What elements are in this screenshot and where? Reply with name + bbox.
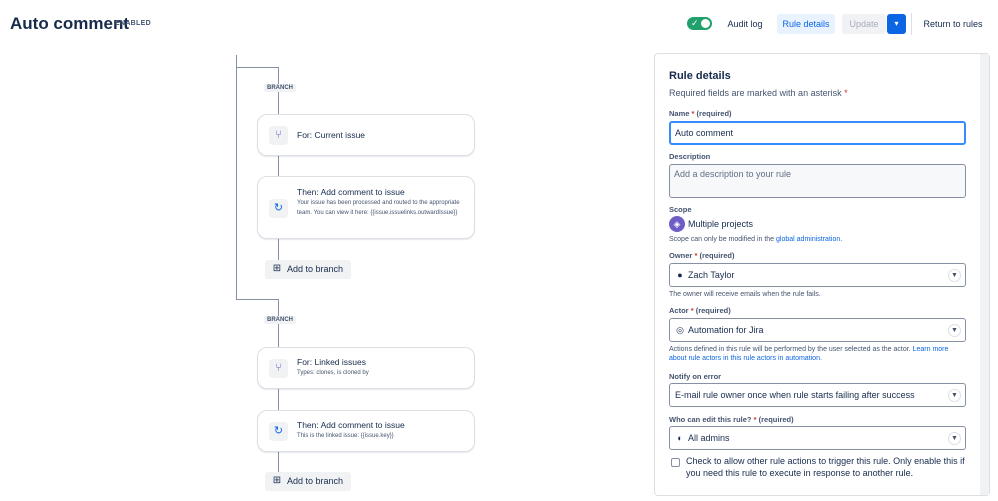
add-to-branch-button[interactable]: ⊞ Add to branch — [265, 260, 351, 279]
connector-line — [236, 55, 237, 300]
button-label: Add to branch — [287, 476, 344, 486]
refresh-icon: ↻ — [269, 199, 288, 218]
chevron-down-icon[interactable]: ▼ — [948, 269, 961, 282]
label-text: Actor — [669, 306, 689, 315]
required-text: (required) — [699, 251, 735, 260]
actor-select[interactable]: ◎ Automation for Jira ▼ — [669, 318, 966, 342]
divider — [911, 13, 912, 35]
owner-select[interactable]: ● Zach Taylor ▼ — [669, 263, 966, 287]
panel-scrollbar[interactable] — [980, 54, 989, 495]
branch-tag: BRANCH — [264, 316, 296, 324]
owner-label: Owner * (required) — [669, 251, 734, 260]
card-title: For: Current issue — [297, 130, 366, 140]
connector-line — [278, 452, 279, 473]
chevron-down-icon[interactable]: ▾ — [887, 14, 906, 34]
name-field[interactable]: Auto comment — [669, 121, 966, 145]
required-note-text: Required fields are marked with an aster… — [669, 88, 842, 98]
notify-select[interactable]: E-mail rule owner once when rule starts … — [669, 383, 966, 407]
add-to-branch-button[interactable]: ⊞ Add to branch — [265, 472, 351, 491]
owner-value: Zach Taylor — [688, 270, 735, 280]
projects-icon: ◈ — [669, 216, 685, 232]
enabled-toggle[interactable]: ✓ — [687, 17, 712, 30]
card-body: This is the linked issue: {{issue.key}} — [297, 433, 394, 439]
allow-rule-trigger-checkbox[interactable] — [671, 458, 680, 467]
branch-tag: BRANCH — [264, 84, 296, 92]
required-note: Required fields are marked with an aster… — [669, 88, 848, 98]
card-content: Then: Add comment to issue Your issue ha… — [297, 187, 464, 218]
who-can-edit-select[interactable]: ◐ All admins ▼ — [669, 426, 966, 450]
actor-helper: Actions defined in this rule will be per… — [669, 345, 966, 363]
who-value: All admins — [688, 433, 730, 443]
asterisk: * — [844, 88, 848, 98]
global-administration-link[interactable]: global administration — [776, 236, 840, 243]
add-comment-linked-card[interactable]: ↻ Then: Add comment to issue This is the… — [257, 410, 475, 452]
top-bar: Auto comment ENABLED ✓ Audit log Rule de… — [0, 0, 998, 50]
refresh-icon: ↻ — [269, 422, 288, 441]
automation-icon: ◎ — [676, 325, 684, 335]
user-avatar-icon: ● — [677, 270, 683, 280]
plus-icon: ⊞ — [272, 475, 282, 486]
label-text: Owner — [669, 251, 693, 260]
asterisk: * — [691, 109, 695, 118]
branch-icon: ⑂ — [269, 126, 288, 145]
card-content: For: Linked issues Types: clones, is clo… — [297, 357, 464, 378]
connector-line — [236, 299, 278, 300]
toggle-knob — [701, 19, 710, 28]
chevron-down-icon[interactable]: ▼ — [948, 432, 961, 445]
rule-details-button[interactable]: Rule details — [777, 14, 835, 34]
asterisk: * — [753, 415, 757, 424]
who-can-edit-label: Who can edit this rule? * (required) — [669, 415, 794, 424]
card-title: For: Linked issues — [297, 357, 366, 367]
chevron-down-icon[interactable]: ▼ — [948, 324, 961, 337]
audit-log-button[interactable]: Audit log — [722, 14, 768, 34]
card-title: Then: Add comment to issue — [297, 420, 405, 430]
scope-helper: Scope can only be modified in the global… — [669, 235, 966, 244]
name-label: Name * (required) — [669, 109, 732, 118]
plus-icon: ⊞ — [272, 263, 282, 274]
actor-value: Automation for Jira — [688, 325, 764, 335]
group-icon: ◐ — [677, 433, 683, 443]
chevron-down-icon[interactable]: ▼ — [948, 389, 961, 402]
rule-details-panel: Rule details Required fields are marked … — [654, 53, 990, 496]
label-text: Who can edit this rule? — [669, 415, 752, 424]
update-button[interactable]: Update — [842, 14, 886, 34]
card-content: Then: Add comment to issue This is the l… — [297, 420, 464, 441]
branch-icon: ⑂ — [269, 359, 288, 378]
connector-line — [278, 156, 279, 176]
for-current-issue-card[interactable]: ⑂ For: Current issue — [257, 114, 475, 156]
scope-label: Scope — [669, 205, 692, 214]
notify-value: E-mail rule owner once when rule starts … — [675, 390, 915, 400]
notify-label: Notify on error — [669, 372, 722, 381]
return-to-rules-button[interactable]: Return to rules — [918, 14, 988, 34]
card-title: Then: Add comment to issue — [297, 187, 405, 197]
add-comment-action-card[interactable]: ↻ Then: Add comment to issue Your issue … — [257, 176, 475, 239]
status-label: ENABLED — [115, 20, 151, 27]
connector-line — [278, 239, 279, 260]
for-linked-issues-card[interactable]: ⑂ For: Linked issues Types: clones, is c… — [257, 347, 475, 389]
required-text: (required) — [695, 306, 731, 315]
card-subtitle: Types: clones, is cloned by — [297, 370, 369, 376]
page-title: Auto comment — [10, 14, 129, 33]
asterisk: * — [690, 306, 694, 315]
card-body: Your issue has been processed and routed… — [297, 200, 460, 216]
helper-text: . — [840, 236, 843, 243]
panel-title: Rule details — [669, 70, 731, 82]
connector-line — [278, 389, 279, 410]
actor-label: Actor * (required) — [669, 306, 731, 315]
rule-canvas: BRANCH ⑂ For: Current issue ↻ Then: Add … — [0, 50, 640, 501]
connector-line — [236, 67, 278, 68]
button-label: Add to branch — [287, 264, 344, 274]
description-label: Description — [669, 152, 711, 161]
helper-text: Actions defined in this rule will be per… — [669, 346, 911, 353]
label-text: Name — [669, 109, 690, 118]
asterisk: * — [694, 251, 698, 260]
scope-text: Multiple projects — [688, 219, 754, 229]
required-text: (required) — [696, 109, 732, 118]
required-text: (required) — [758, 415, 794, 424]
description-field[interactable]: Add a description to your rule — [669, 164, 966, 198]
allow-rule-trigger-label: Check to allow other rule actions to tri… — [686, 456, 965, 478]
owner-helper: The owner will receive emails when the r… — [669, 291, 821, 298]
helper-text: Scope can only be modified in the — [669, 236, 775, 243]
check-icon: ✓ — [691, 18, 699, 28]
